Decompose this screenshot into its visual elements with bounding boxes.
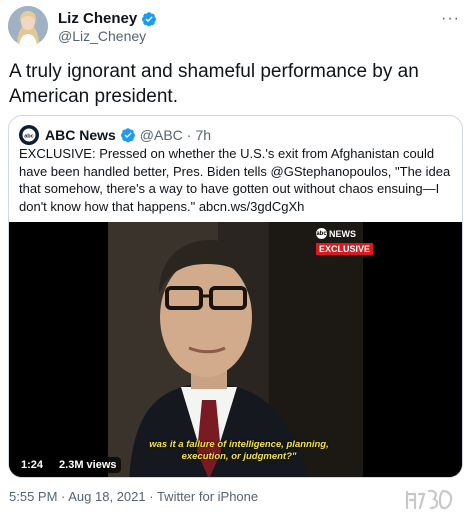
tweet-client: Twitter for iPhone <box>156 489 259 504</box>
caption-line-1: was it a failure of intelligence, planni… <box>149 439 329 450</box>
quoted-separator: · <box>186 127 192 143</box>
network-label: NEWS <box>329 228 356 239</box>
caption-line-2: execution, or judgment?" <box>181 451 297 462</box>
video-player[interactable]: abc NEWS EXCLUSIVE was it a failure of i… <box>9 222 462 477</box>
abc-mark: abc <box>316 228 327 239</box>
quoted-handle[interactable]: @ABC <box>140 127 183 143</box>
tweet-timestamp[interactable]: 5:55 PM · Aug 18, 2021 · Twitter for iPh… <box>9 489 258 504</box>
quoted-tweet[interactable]: abc ABC News @ABC · 7h EXCLUSIVE: Presse… <box>8 115 463 478</box>
quoted-age[interactable]: 7h <box>195 127 211 143</box>
svg-text:abc: abc <box>24 133 33 139</box>
author-display-name[interactable]: Liz Cheney <box>58 10 137 27</box>
tweet-text: A truly ignorant and shameful performanc… <box>9 61 419 107</box>
more-options-icon[interactable]: ··· <box>441 10 460 28</box>
video-meta: 1:24 2.3M views <box>17 457 121 473</box>
quoted-tweet-text: EXCLUSIVE: Pressed on whether the U.S.'s… <box>19 146 451 214</box>
network-badge: abc NEWS EXCLUSIVE <box>316 228 374 257</box>
quoted-tweet-header: abc ABC News @ABC · 7h <box>19 125 211 145</box>
video-duration: 1:24 <box>17 457 48 473</box>
abc-news-avatar: abc <box>19 125 39 145</box>
author-handle[interactable]: @Liz_Cheney <box>58 28 146 44</box>
verified-badge-icon <box>120 128 135 143</box>
abc-news-logo: abc NEWS <box>316 228 364 239</box>
tweet: Liz Cheney @Liz_Cheney ··· A truly ignor… <box>0 0 470 530</box>
verified-badge-icon <box>142 11 157 26</box>
quoted-display-name[interactable]: ABC News <box>45 127 116 143</box>
meta-separator-1: · <box>57 489 69 504</box>
tweet-header: Liz Cheney @Liz_Cheney ··· <box>8 6 462 48</box>
meta-separator-2: · <box>145 489 157 504</box>
video-views: 2.3M views <box>55 457 121 473</box>
video-caption: was it a failure of intelligence, planni… <box>134 439 344 463</box>
tweet-time[interactable]: 5:55 PM <box>9 489 57 504</box>
tweet-date[interactable]: Aug 18, 2021 <box>68 489 145 504</box>
watermark-logo <box>404 486 460 517</box>
author-avatar[interactable] <box>8 6 48 46</box>
exclusive-badge: EXCLUSIVE <box>316 243 374 255</box>
